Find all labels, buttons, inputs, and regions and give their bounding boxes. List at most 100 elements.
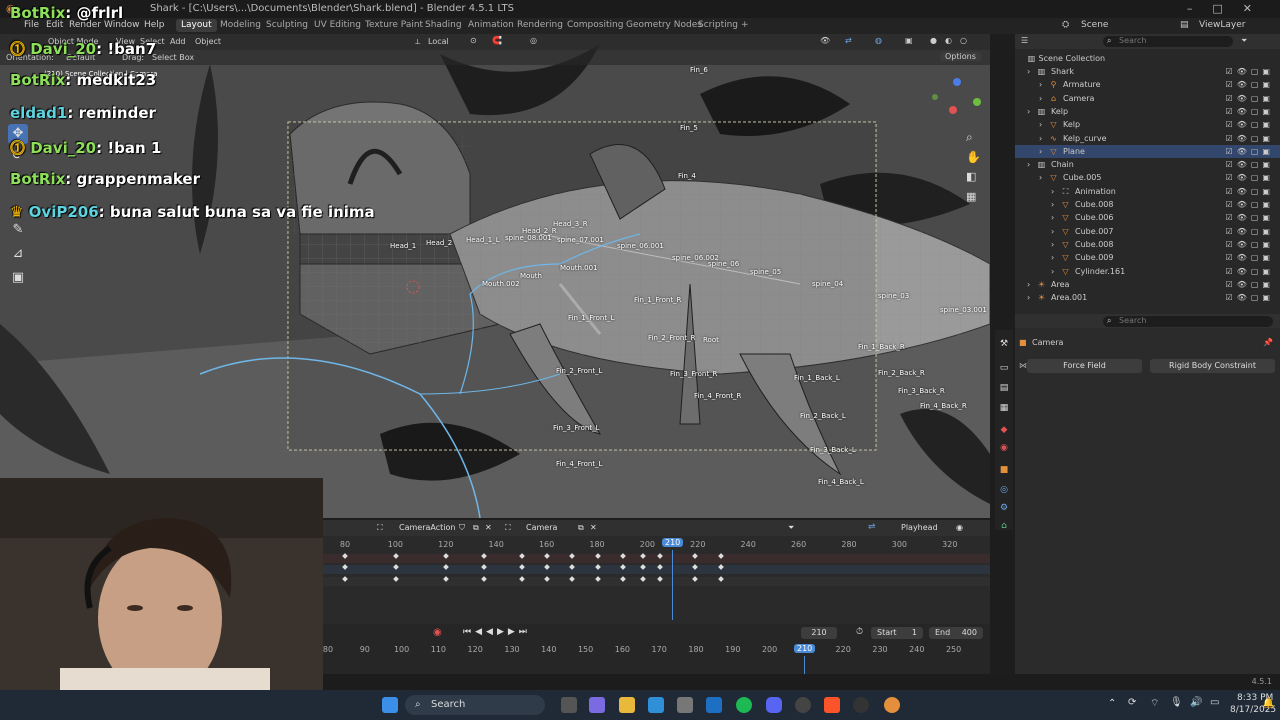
add-cube-tool-icon[interactable]: ▣: [8, 268, 28, 288]
visibility-toggle-icons[interactable]: ☑👁▢▣: [1226, 251, 1274, 264]
tab-layout[interactable]: Layout: [176, 19, 217, 32]
end-frame-field[interactable]: End 400: [929, 627, 983, 639]
visibility-toggle-icons[interactable]: ☑👁▢▣: [1226, 158, 1274, 171]
record-icon[interactable]: ◉: [433, 627, 442, 638]
view-layer-tab-icon[interactable]: ▦: [998, 402, 1010, 414]
menu-add[interactable]: Add: [170, 37, 186, 46]
close-button[interactable]: ✕: [1243, 2, 1272, 15]
visibility-toggle-icons[interactable]: ☑👁▢▣: [1226, 132, 1274, 145]
app-icon[interactable]: [795, 697, 811, 713]
tool-tab-icon[interactable]: ⚒: [998, 338, 1010, 350]
current-frame-field[interactable]: 210: [801, 627, 837, 639]
outliner-item[interactable]: › ▥ Kelp ☑👁▢▣: [1015, 105, 1280, 118]
outliner-item[interactable]: › ▽ Cube.005 ☑👁▢▣: [1015, 171, 1280, 184]
outliner-search-input[interactable]: ⌕ Search: [1103, 36, 1233, 47]
disclosure-icon[interactable]: ›: [1027, 105, 1030, 118]
outliner-item[interactable]: › ▥ Chain ☑👁▢▣: [1015, 158, 1280, 171]
playback-controls[interactable]: ⏮◀◀▶▶⏭: [463, 627, 531, 637]
task-view-icon[interactable]: [561, 697, 577, 713]
drag-dropdown[interactable]: Select Box: [152, 53, 194, 62]
tab-animation[interactable]: Animation: [468, 20, 514, 30]
outliner-editor-icon[interactable]: ☰: [1021, 36, 1028, 45]
zoom-icon[interactable]: ⌕: [966, 130, 973, 145]
wifi-icon[interactable]: ⌔: [1150, 697, 1159, 710]
outliner-item[interactable]: › ⚲ Armature ☑👁▢▣: [1015, 78, 1280, 91]
pin-icon[interactable]: 📌: [1263, 338, 1273, 347]
overlays-icon[interactable]: ◍: [875, 36, 882, 45]
visibility-toggle-icons[interactable]: ☑👁▢▣: [1226, 278, 1274, 291]
brave-icon[interactable]: [824, 697, 840, 713]
blender-taskbar-icon[interactable]: [884, 697, 900, 713]
transform-orientation-dropdown[interactable]: Local: [428, 37, 449, 46]
unlink-icon[interactable]: ✕: [485, 523, 492, 532]
outliner-item[interactable]: › ⛶ Animation ☑👁▢▣: [1015, 185, 1280, 198]
visibility-toggle-icons[interactable]: ☑👁▢▣: [1226, 145, 1274, 158]
discord-icon[interactable]: [766, 697, 782, 713]
disclosure-icon[interactable]: ›: [1039, 92, 1042, 105]
disclosure-icon[interactable]: ›: [1039, 78, 1042, 91]
unlink-slot-icon[interactable]: ✕: [590, 523, 597, 532]
visibility-toggle-icons[interactable]: ☑👁▢▣: [1226, 291, 1274, 304]
playhead-dropdown[interactable]: Playhead: [901, 523, 938, 532]
tab-geometry-nodes[interactable]: Geometry Nodes: [626, 20, 702, 30]
measure-tool-icon[interactable]: ⊿: [8, 244, 28, 264]
outliner-item[interactable]: › ▽ Plane ☑👁▢▣: [1015, 144, 1280, 158]
tray-chevron-icon[interactable]: ⌃: [1108, 698, 1116, 709]
tab-compositing[interactable]: Compositing: [567, 20, 623, 30]
camera-data-tab-icon[interactable]: ⌂: [998, 520, 1010, 532]
disclosure-icon[interactable]: ›: [1051, 225, 1054, 238]
tab-modeling[interactable]: Modeling: [220, 20, 261, 30]
dope-sheet-current-frame[interactable]: 210: [662, 538, 684, 547]
notification-icon[interactable]: 🔔: [1262, 698, 1274, 709]
force-field-button[interactable]: Force Field: [1027, 359, 1142, 373]
disclosure-icon[interactable]: ›: [1051, 251, 1054, 264]
filters-icon[interactable]: ⏷: [788, 523, 794, 533]
disclosure-icon[interactable]: ›: [1051, 211, 1054, 224]
visibility-toggle-icons[interactable]: ☑👁▢▣: [1226, 185, 1274, 198]
file-explorer-icon[interactable]: [619, 697, 635, 713]
outliner-root[interactable]: ▥ Scene Collection: [1027, 52, 1105, 65]
tab-texture-paint[interactable]: Texture Paint: [365, 20, 423, 30]
timeline-current-frame[interactable]: 210: [794, 644, 816, 653]
menu-help[interactable]: Help: [144, 20, 165, 30]
spotify-icon[interactable]: [736, 697, 752, 713]
visibility-toggle-icons[interactable]: ☑👁▢▣: [1226, 65, 1274, 78]
shading-material-icon[interactable]: ◐: [945, 36, 952, 45]
edge-icon[interactable]: [648, 697, 664, 713]
options-dropdown[interactable]: Options: [940, 52, 981, 61]
disclosure-icon[interactable]: ›: [1039, 171, 1042, 184]
media-player-icon[interactable]: [853, 697, 869, 713]
disclosure-icon[interactable]: ›: [1039, 132, 1042, 145]
proportional-icon[interactable]: ◉: [956, 523, 963, 532]
visibility-toggle-icons[interactable]: ☑👁▢▣: [1226, 198, 1274, 211]
action-selector[interactable]: CameraAction: [399, 523, 455, 532]
view-layer-selector[interactable]: ViewLayer: [1199, 20, 1245, 30]
properties-search-input[interactable]: ⌕ Search: [1103, 316, 1273, 327]
tray-sync-icon[interactable]: ⟳: [1128, 697, 1136, 708]
disclosure-icon[interactable]: ›: [1051, 198, 1054, 211]
disclosure-icon[interactable]: ›: [1027, 65, 1030, 78]
visibility-toggle-icons[interactable]: ☑👁▢▣: [1226, 238, 1274, 251]
visibility-toggle-icons[interactable]: ☑👁▢▣: [1226, 171, 1274, 184]
outliner-item[interactable]: › ▽ Kelp ☑👁▢▣: [1015, 118, 1280, 131]
slot-selector[interactable]: Camera: [526, 523, 557, 532]
world-tab-icon[interactable]: ◉: [998, 442, 1010, 454]
outliner-item[interactable]: › ▽ Cube.006 ☑👁▢▣: [1015, 211, 1280, 224]
object-tab-icon[interactable]: ■: [998, 464, 1010, 476]
window-controls[interactable]: –□✕: [1187, 2, 1272, 15]
output-tab-icon[interactable]: ▤: [998, 382, 1010, 394]
render-tab-icon[interactable]: ▭: [998, 362, 1010, 374]
tab-shading[interactable]: Shading: [425, 20, 462, 30]
maximize-button[interactable]: □: [1212, 2, 1242, 15]
perspective-grid-icon[interactable]: ▦: [966, 190, 976, 203]
outliner-item[interactable]: › ∿ Kelp_curve ☑👁▢▣: [1015, 132, 1280, 145]
outliner-item[interactable]: › ⌂ Camera ☑👁▢▣: [1015, 92, 1280, 105]
constraints-tab-icon[interactable]: ⚙: [998, 502, 1010, 514]
visibility-toggle-icons[interactable]: ☑👁▢▣: [1226, 105, 1274, 118]
rigid-body-constraint-button[interactable]: Rigid Body Constraint: [1150, 359, 1275, 373]
scene-tab-icon[interactable]: ◆: [998, 424, 1010, 436]
outliner-item[interactable]: › ▽ Cube.007 ☑👁▢▣: [1015, 225, 1280, 238]
pan-hand-icon[interactable]: ✋: [966, 150, 981, 164]
disclosure-icon[interactable]: ›: [1027, 158, 1030, 171]
tab-uv-editing[interactable]: UV Editing: [314, 20, 361, 30]
